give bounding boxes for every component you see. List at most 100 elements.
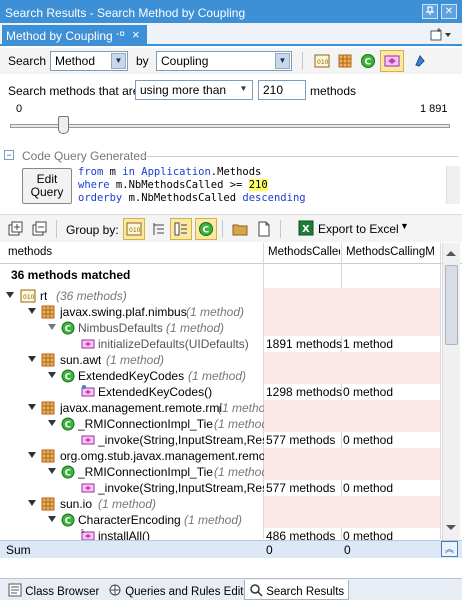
slider-min-label: 0 bbox=[16, 103, 23, 115]
svg-text:C: C bbox=[203, 226, 210, 236]
folder-icon[interactable] bbox=[232, 221, 248, 237]
svg-text:C: C bbox=[65, 469, 71, 479]
tree-row-type[interactable]: C CharacterEncoding (1 method) bbox=[0, 512, 440, 528]
tree-row-namespace[interactable]: sun.awt (1 method) bbox=[0, 352, 440, 368]
tab-search-results[interactable]: Search Results bbox=[244, 580, 350, 600]
condition-select[interactable]: using more than ▼ bbox=[135, 80, 253, 100]
threshold-input[interactable]: 210 bbox=[258, 80, 306, 100]
threshold-slider-track[interactable] bbox=[10, 124, 450, 128]
scrollbar-thumb[interactable] bbox=[445, 265, 458, 345]
assembly-icon[interactable]: 010 bbox=[314, 53, 330, 69]
search-kind-select[interactable]: Method ▼ bbox=[50, 51, 128, 71]
tree-row-method[interactable]: _invoke(String,InputStream,Respo 577 met… bbox=[0, 432, 440, 448]
method-icon bbox=[81, 435, 95, 445]
edit-query-button[interactable]: Edit Query bbox=[22, 168, 72, 204]
tree-row-method[interactable]: _invoke(String,InputStream,Respo 577 met… bbox=[0, 480, 440, 496]
export-to-excel-button[interactable]: X Export to Excel ▼ bbox=[296, 219, 414, 239]
collapse-sum-button[interactable]: ︽ bbox=[441, 541, 458, 557]
document-tabstrip: Method by Coupling -¤ × bbox=[0, 23, 462, 46]
hierarchy-icon bbox=[174, 222, 187, 236]
tree-row-method[interactable]: initializeDefaults(UIDefaults) 1891 meth… bbox=[0, 336, 440, 352]
tree-row-type[interactable]: C _RMIConnectionImpl_Tie (1 method) bbox=[0, 464, 440, 480]
expand-arrow-icon[interactable] bbox=[28, 452, 36, 458]
tree-row-type[interactable]: C ExtendedKeyCodes (1 method) bbox=[0, 368, 440, 384]
tab-method-by-coupling[interactable]: Method by Coupling -¤ × bbox=[2, 25, 147, 46]
tab-close-icon[interactable]: × bbox=[132, 27, 140, 42]
grid-header: methods MethodsCalled MethodsCallingMe bbox=[0, 242, 462, 264]
code-text: m.NbMethodsCalled bbox=[122, 192, 243, 204]
namespace-icon[interactable] bbox=[337, 53, 353, 69]
tab-pin-icon[interactable]: -¤ bbox=[116, 29, 125, 40]
cell-highlight bbox=[264, 320, 440, 336]
method-icon bbox=[384, 55, 400, 67]
type-icon: C bbox=[199, 222, 213, 236]
expand-arrow-icon[interactable] bbox=[28, 308, 36, 314]
tree-row-type[interactable]: C NimbusDefaults (1 method) bbox=[0, 320, 440, 336]
tree-row-namespace[interactable]: javax.management.remote.rmi (1 method) bbox=[0, 400, 440, 416]
tab-queries-and-rules-edit[interactable]: Queries and Rules Edit bbox=[104, 580, 247, 600]
type-icon[interactable]: C bbox=[360, 53, 376, 69]
svg-text:C: C bbox=[365, 58, 372, 68]
group-by-assembly-toggle[interactable]: 010 bbox=[123, 218, 145, 240]
results-scrollbar[interactable] bbox=[442, 243, 460, 540]
tree-row-assembly[interactable]: 010 rt (36 methods) bbox=[0, 288, 440, 304]
type-icon: C bbox=[61, 369, 75, 383]
tab-label: Search Results bbox=[266, 586, 345, 598]
code-text: m.NbMethodsCalled >= bbox=[109, 179, 249, 191]
pin-icon bbox=[426, 6, 434, 15]
method-filter-toggle[interactable] bbox=[380, 50, 404, 72]
tree-row-namespace[interactable]: javax.swing.plaf.nimbus (1 method) bbox=[0, 304, 440, 320]
tab-list-dropdown[interactable] bbox=[430, 27, 452, 44]
column-header-methods[interactable]: methods bbox=[8, 246, 258, 258]
row-name: javax.management.remote.rmi bbox=[60, 401, 223, 415]
column-header-called[interactable]: MethodsCalled bbox=[268, 246, 340, 258]
tree-row-namespace[interactable]: org.omg.stub.javax.management.remote.r bbox=[0, 448, 440, 464]
expand-arrow-icon[interactable] bbox=[28, 404, 36, 410]
expand-arrow-icon[interactable] bbox=[28, 500, 36, 506]
row-name: javax.swing.plaf.nimbus bbox=[60, 305, 187, 319]
tab-label: Queries and Rules Edit bbox=[125, 586, 244, 598]
scroll-up-icon[interactable] bbox=[446, 251, 456, 256]
group-by-type-toggle[interactable]: C bbox=[195, 218, 217, 240]
code-query-text[interactable]: from m in Application.Methods where m.Nb… bbox=[78, 166, 446, 204]
tree-row-type[interactable]: C _RMIConnectionImpl_Tie (1 method) bbox=[0, 416, 440, 432]
scroll-down-icon[interactable] bbox=[446, 525, 456, 530]
tree-list-icon[interactable] bbox=[151, 221, 167, 237]
code-query-divider bbox=[140, 156, 458, 157]
file-icon[interactable] bbox=[256, 221, 272, 237]
results-tree: 010 rt (36 methods) javax.swing.plaf.nim… bbox=[0, 286, 440, 540]
tree-row-namespace[interactable]: sun.io (1 method) bbox=[0, 496, 440, 512]
tree-row-method[interactable]: S installAll() 486 methods 0 method bbox=[0, 528, 440, 540]
tab-class-browser[interactable]: Class Browser bbox=[4, 580, 103, 600]
tree-row-method[interactable]: ExtendedKeyCodes() 1298 methods 0 method bbox=[0, 384, 440, 400]
column-header-calling[interactable]: MethodsCallingMe bbox=[346, 246, 434, 258]
namespace-icon bbox=[41, 353, 55, 367]
expand-arrow-icon[interactable] bbox=[48, 324, 56, 330]
tab-label: Class Browser bbox=[25, 586, 100, 598]
expand-arrow-icon[interactable] bbox=[48, 372, 56, 378]
excel-icon: X bbox=[298, 220, 314, 236]
row-name: installAll() bbox=[98, 529, 151, 540]
expand-arrow-icon[interactable] bbox=[28, 356, 36, 362]
collapse-all-icon[interactable] bbox=[32, 221, 48, 237]
expand-arrow-icon[interactable] bbox=[48, 516, 56, 522]
svg-text:X: X bbox=[302, 224, 310, 235]
expand-arrow-icon[interactable] bbox=[48, 468, 56, 474]
new-window-icon bbox=[430, 28, 451, 41]
panel-footer bbox=[0, 558, 462, 580]
collapse-toggle[interactable]: − bbox=[4, 150, 14, 160]
pin-window-button[interactable] bbox=[422, 4, 438, 19]
code-scrollbar[interactable] bbox=[446, 166, 460, 204]
group-by-tree-toggle[interactable] bbox=[170, 218, 192, 240]
row-name: _RMIConnectionImpl_Tie bbox=[78, 465, 213, 479]
close-window-button[interactable]: ✕ bbox=[441, 4, 457, 19]
expand-arrow-icon[interactable] bbox=[48, 420, 56, 426]
field-icon[interactable] bbox=[412, 53, 428, 69]
expand-arrow-icon[interactable] bbox=[6, 292, 14, 298]
assembly-icon: 010 bbox=[20, 289, 36, 303]
threshold-slider-thumb[interactable] bbox=[58, 116, 69, 134]
cell-methods-called: 1298 methods bbox=[266, 385, 342, 399]
search-criterion-select[interactable]: Coupling ▼ bbox=[156, 51, 292, 71]
expand-all-icon[interactable] bbox=[8, 221, 24, 237]
cell-methods-called: 1891 methods bbox=[266, 337, 342, 351]
